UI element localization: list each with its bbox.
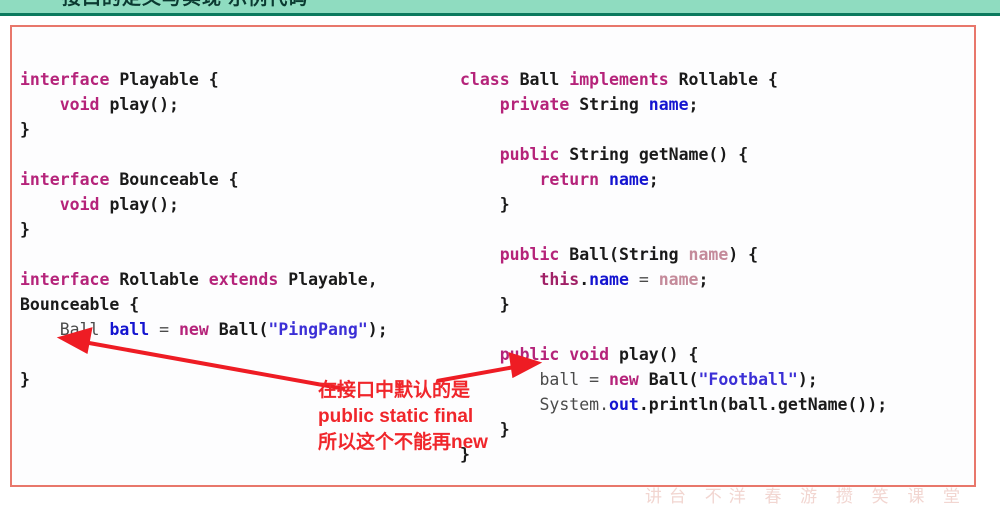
keyword-void: void [59, 195, 100, 214]
type-rollable: Rollable [678, 70, 759, 89]
ctor-ball: Ball( [218, 320, 269, 339]
semicolon: ; [169, 195, 179, 214]
type-bounceable: Bounceable [20, 295, 120, 314]
semicolon: ; [807, 370, 818, 389]
ctor-ball: Ball( [569, 245, 619, 264]
brace-close: } [20, 370, 30, 389]
brace-close: } [20, 220, 30, 239]
semicolon: ; [688, 95, 699, 114]
keyword-this: this [539, 270, 580, 289]
type-string: String [569, 145, 629, 164]
keyword-public: public [499, 245, 560, 264]
brace-close: } [499, 295, 510, 314]
keyword-new: new [609, 370, 639, 389]
brace-close: } [499, 195, 510, 214]
semicolon: ; [377, 320, 388, 339]
field-name: name [648, 95, 689, 114]
string-football: "Football" [698, 370, 798, 389]
semicolon: ; [169, 95, 179, 114]
brace-open: { [208, 70, 219, 89]
type-ball: Ball [519, 70, 560, 89]
method-play: play() [109, 95, 170, 114]
param-name: name [658, 270, 699, 289]
operator-assign: = [589, 370, 600, 389]
keyword-void: void [59, 95, 100, 114]
paren-close: ) [728, 245, 739, 264]
keyword-public: public [499, 145, 560, 164]
operator-assign: = [638, 270, 649, 289]
keyword-return: return [539, 170, 600, 189]
slide-screenshot: 接口的定义与实现 示例代码 interface Playable { void … [0, 0, 1000, 507]
brace-open: { [768, 70, 778, 89]
brace-open: { [748, 245, 759, 264]
comma: , [367, 270, 378, 289]
annotation-line-2: public static final [318, 406, 474, 427]
ctor-ball: Ball( [648, 370, 699, 389]
semicolon: ; [877, 395, 888, 414]
brace-open: { [129, 295, 140, 314]
semicolon: ; [698, 270, 709, 289]
field-name: name [609, 170, 649, 189]
type-string: String [579, 95, 639, 114]
code-panel: interface Playable { void play(); } inte… [10, 25, 976, 487]
semicolon: ; [648, 170, 659, 189]
type-rollable: Rollable [119, 270, 199, 289]
watermark: 讲台 不洋 春 游 攒 笑 课 堂 [645, 487, 968, 506]
field-out: out [609, 395, 639, 414]
brace-open: { [738, 145, 749, 164]
type-bounceable: Bounceable [119, 170, 219, 189]
method-getname: getName() [638, 145, 729, 164]
keyword-extends: extends [208, 270, 279, 289]
annotation-line-1: 在接口中默认的是 [318, 380, 471, 401]
type-playable: Playable [288, 270, 368, 289]
type-string: String [618, 245, 679, 264]
paren-close: ) [797, 370, 808, 389]
brace-open: { [688, 345, 699, 364]
paren-close: ) [367, 320, 378, 339]
annotation-line-3: 所以这个不能再new [318, 432, 488, 453]
field-ball: ball [109, 320, 150, 339]
type-system: System. [539, 395, 610, 414]
code-block-interfaces: interface Playable { void play(); } inte… [20, 67, 388, 392]
keyword-class: class [460, 70, 510, 89]
keyword-new: new [179, 320, 209, 339]
method-println: .println(ball.getName()) [638, 395, 878, 414]
type-playable: Playable [119, 70, 199, 89]
keyword-interface: interface [20, 70, 110, 89]
keyword-public: public [499, 345, 560, 364]
code-block-ball-class: class Ball implements Rollable { private… [460, 67, 887, 467]
param-name: name [688, 245, 729, 264]
field-name: name [589, 270, 629, 289]
red-annotation: 在接口中默认的是 public static final 所以这个不能再new [318, 378, 488, 456]
brace-close: } [20, 120, 30, 139]
dot: . [579, 270, 590, 289]
var-ball: ball [539, 370, 580, 389]
operator-assign: = [159, 320, 170, 339]
brace-open: { [228, 170, 239, 189]
brace-close: } [499, 420, 510, 439]
keyword-interface: interface [20, 270, 110, 289]
keyword-void: void [569, 345, 610, 364]
string-pingpang: "PingPang" [268, 320, 368, 339]
keyword-implements: implements [569, 70, 669, 89]
method-play: play() [618, 345, 679, 364]
keyword-interface: interface [20, 170, 110, 189]
title-bar-cutoff-text: 接口的定义与实现 示例代码 [62, 0, 308, 10]
method-play: play() [109, 195, 170, 214]
title-bar: 接口的定义与实现 示例代码 [0, 0, 1000, 16]
type-ball: Ball [59, 320, 100, 339]
keyword-private: private [499, 95, 570, 114]
